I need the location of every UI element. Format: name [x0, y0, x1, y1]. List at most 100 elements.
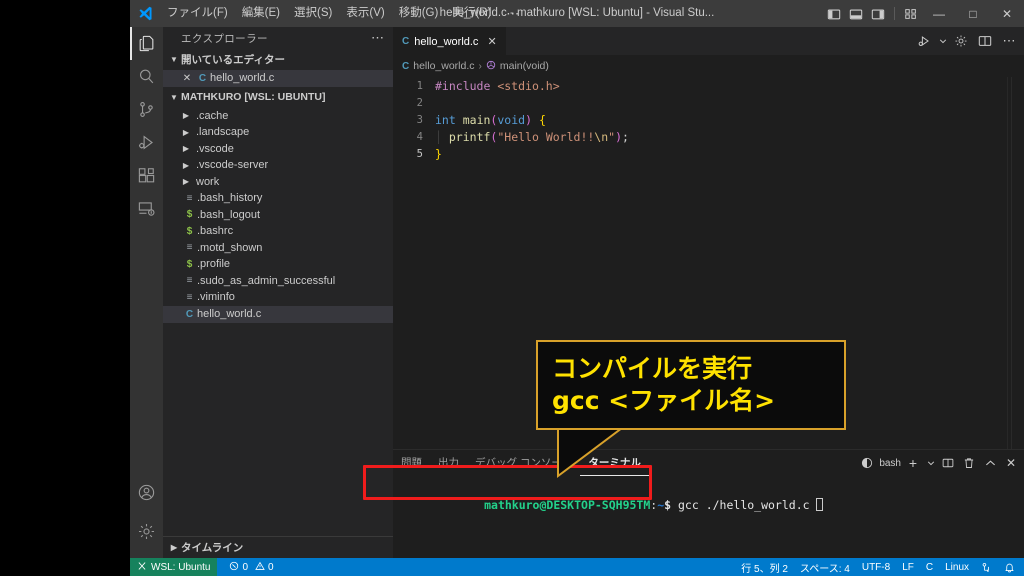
tree-item-file[interactable]: $ .profile	[163, 256, 393, 273]
toggle-panel-icon[interactable]	[845, 0, 867, 27]
editor-scrollbar[interactable]	[1011, 77, 1012, 450]
line-number: 1	[416, 79, 423, 92]
status-indentation[interactable]: スペース: 4	[794, 558, 856, 576]
tree-item-label: .bash_logout	[197, 208, 260, 221]
open-editor-item[interactable]: ✕ C hello_world.c	[163, 70, 393, 87]
text-file-icon: ≡	[186, 291, 193, 303]
window-controls: — □ ✕	[823, 0, 1024, 27]
status-remote-indicator[interactable]: WSL: Ubuntu	[130, 558, 218, 576]
menu-view[interactable]: 表示(V)	[339, 0, 391, 27]
tree-item-label: .profile	[197, 258, 231, 271]
maximize-panel-icon[interactable]	[981, 450, 999, 476]
notifications-bell-icon[interactable]	[998, 558, 1024, 576]
toggle-secondary-sidebar-icon[interactable]	[867, 0, 889, 27]
tree-item-file-selected[interactable]: Chello_world.c	[163, 305, 393, 323]
kill-terminal-trash-icon[interactable]	[960, 450, 978, 476]
accounts-icon[interactable]	[130, 476, 163, 509]
workspace-label: MATHKURO [WSL: UBUNTU]	[181, 91, 326, 103]
breadcrumb-file[interactable]: hello_world.c	[413, 60, 474, 72]
sidebar-item-search[interactable]	[130, 60, 163, 93]
tree-item-label: .sudo_as_admin_successful	[197, 274, 336, 287]
menu-selection[interactable]: 選択(S)	[287, 0, 339, 27]
tree-item-folder[interactable]: ▶ .landscape	[163, 124, 393, 141]
menu-run[interactable]: 実行(R)	[445, 0, 498, 27]
tree-item-file[interactable]: ≡ .viminfo	[163, 289, 393, 306]
tree-item-folder[interactable]: ▶ work	[163, 174, 393, 191]
toggle-primary-sidebar-icon[interactable]	[823, 0, 845, 27]
close-panel-icon[interactable]: ✕	[1002, 450, 1020, 476]
remote-kernel-icon[interactable]	[975, 558, 998, 576]
chevron-down-icon[interactable]	[925, 450, 936, 476]
tree-item-file[interactable]: $ .bashrc	[163, 223, 393, 240]
chevron-down-icon[interactable]	[938, 27, 948, 55]
breadcrumb-symbol[interactable]: main(void)	[500, 60, 549, 72]
code-text: int main(void) {	[435, 112, 546, 127]
sidebar-item-run-debug[interactable]	[130, 126, 163, 159]
manage-settings-gear-icon[interactable]	[130, 515, 163, 548]
text-file-icon: ≡	[186, 275, 193, 287]
status-platform[interactable]: Linux	[939, 558, 975, 576]
tree-item-file[interactable]: ≡ .bash_history	[163, 190, 393, 207]
settings-gear-icon[interactable]	[950, 27, 972, 55]
close-button[interactable]: ✕	[990, 0, 1024, 27]
menu-file[interactable]: ファイル(F)	[160, 0, 235, 27]
tree-item-file[interactable]: ≡ .motd_shown	[163, 240, 393, 257]
sidebar-item-explorer[interactable]	[130, 27, 163, 60]
editor-overview-ruler	[1007, 77, 1008, 450]
c-file-icon: C	[402, 36, 410, 47]
tree-item-file[interactable]: $ .bash_logout	[163, 207, 393, 224]
open-editors-header[interactable]: ▼ 開いているエディター	[163, 49, 393, 70]
menu-overflow-icon[interactable]: ⋯	[498, 2, 527, 26]
sidebar-item-extensions[interactable]	[130, 159, 163, 192]
code-line: 3 int main(void) {	[393, 111, 1024, 128]
more-actions-icon[interactable]: ⋯	[998, 27, 1020, 55]
workspace-header[interactable]: ▼ MATHKURO [WSL: UBUNTU]	[163, 87, 393, 108]
menu-edit[interactable]: 編集(E)	[235, 0, 287, 27]
chevron-right-icon: ▶	[182, 127, 190, 137]
tree-item-label: .landscape	[196, 126, 250, 139]
maximize-button[interactable]: □	[956, 0, 990, 27]
menu-go[interactable]: 移動(G)	[392, 0, 446, 27]
tree-item-file[interactable]: ≡ .sudo_as_admin_successful	[163, 273, 393, 290]
tree-item-folder[interactable]: ▶ .cache	[163, 108, 393, 125]
minimize-button[interactable]: —	[922, 0, 956, 27]
new-terminal-icon[interactable]: +	[904, 450, 922, 476]
tree-item-label: .bash_history	[197, 192, 263, 205]
code-line: 5 }	[393, 145, 1024, 162]
sidebar-item-source-control[interactable]	[130, 93, 163, 126]
tree-item-folder[interactable]: ▶ .vscode-server	[163, 157, 393, 174]
tab-hello-world-c[interactable]: C hello_world.c ✕	[393, 27, 506, 55]
run-c-cpp-file-icon[interactable]	[914, 27, 936, 55]
terminal-shell-label[interactable]: bash	[879, 458, 901, 469]
status-eol[interactable]: LF	[896, 558, 920, 576]
tab-problems[interactable]: 問題	[393, 450, 430, 476]
c-file-icon: C	[185, 308, 194, 320]
code-line: 2	[393, 94, 1024, 111]
line-number: 4	[416, 130, 423, 143]
chevron-down-icon: ▼	[170, 92, 178, 102]
terminal-body[interactable]: mathkuro@DESKTOP-SQH95TM:~$ gcc ./hello_…	[393, 476, 1024, 559]
annotation-line-2: gcc <ファイル名>	[552, 386, 776, 415]
close-icon[interactable]: ✕	[487, 35, 496, 48]
sidebar-item-remote-explorer[interactable]	[130, 192, 163, 225]
warning-triangle-icon	[255, 561, 265, 574]
timeline-section-header[interactable]: ▶ タイムライン	[163, 536, 393, 558]
error-circle-icon	[229, 561, 239, 574]
explorer-sidebar: エクスプローラー ⋯ ▼ 開いているエディター ✕ C hello_world.…	[163, 27, 393, 558]
status-problems[interactable]: 0 0	[223, 558, 279, 576]
status-encoding[interactable]: UTF-8	[856, 558, 896, 576]
breadcrumb: C hello_world.c › main(void)	[393, 55, 1024, 77]
timeline-label: タイムライン	[181, 542, 244, 554]
tab-output[interactable]: 出力	[430, 450, 467, 476]
split-editor-icon[interactable]	[974, 27, 996, 55]
customize-layout-icon[interactable]	[900, 0, 922, 27]
status-language-mode[interactable]: C	[920, 558, 939, 576]
close-icon[interactable]: ✕	[179, 73, 195, 84]
line-number: 2	[416, 96, 423, 109]
status-editor-position[interactable]: 行 5、列 2	[735, 558, 794, 576]
tree-item-folder[interactable]: ▶ .vscode	[163, 141, 393, 158]
sidebar-more-actions-icon[interactable]: ⋯	[371, 30, 385, 46]
split-terminal-icon[interactable]	[939, 450, 957, 476]
terminal-user-host: mathkuro@DESKTOP-SQH95TM	[484, 498, 651, 512]
vscode-logo-icon	[130, 0, 160, 27]
